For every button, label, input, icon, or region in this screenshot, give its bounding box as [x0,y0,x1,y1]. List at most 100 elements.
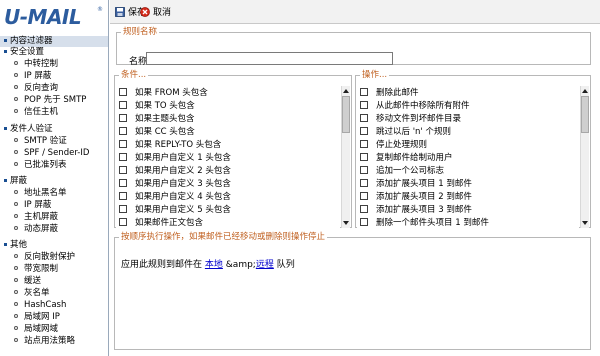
sidebar-item[interactable]: 已批准列表 [0,160,108,171]
sidebar-item[interactable]: IP 屏蔽 [0,71,108,82]
checkbox[interactable] [119,178,127,187]
checkbox[interactable] [119,217,127,226]
sidebar-item[interactable]: 缓送 [0,276,108,287]
list-item[interactable]: 如果 CC 头包含 [116,126,195,138]
list-item[interactable]: 如果用户自定义 3 头包含 [116,178,231,190]
sidebar-item[interactable]: 主机屏蔽 [0,212,108,223]
desc-amp: &amp; [225,260,256,270]
sidebar-item[interactable]: 其他 [0,240,108,251]
list-item-label: 如果 REPLY-TO 头包含 [135,140,222,150]
checkbox[interactable] [119,100,127,109]
scroll-thumb[interactable] [581,96,589,133]
checkbox[interactable] [360,217,368,226]
list-item[interactable]: 添加扩展头项目 2 到邮件 [357,191,472,203]
scroll-thumb[interactable] [342,96,350,133]
checkbox[interactable] [119,152,127,161]
list-item[interactable]: 如果主题头包含 [116,113,195,125]
list-item[interactable]: 跳过以后 'n' 个规则 [357,126,451,138]
sidebar-item[interactable]: 动态屏蔽 [0,224,108,235]
sidebar-item[interactable]: 反向查询 [0,83,108,94]
sidebar-item[interactable]: 灰名单 [0,288,108,299]
checkbox[interactable] [360,152,368,161]
list-item[interactable]: 停止处理规则 [357,139,427,151]
list-item[interactable]: 如果用户自定义 1 头包含 [116,152,231,164]
checkbox[interactable] [119,139,127,148]
sidebar-item[interactable]: 中转控制 [0,59,108,70]
sidebar-item-label: 带宽限制 [24,264,59,274]
list-item[interactable]: 添加扩展头项目 1 到邮件 [357,178,472,190]
sidebar-item-label: 其他 [10,240,28,250]
remote-queue-link[interactable]: 远程 [256,260,274,270]
list-item[interactable]: 移动文件到坏邮件目录 [357,113,461,125]
checkbox[interactable] [360,204,368,213]
sidebar-item[interactable]: 屏蔽 [0,176,108,187]
checkbox[interactable] [119,113,127,122]
scroll-down-arrow-icon[interactable] [581,219,589,228]
sidebar-item[interactable]: 信任主机 [0,107,108,118]
circle-bullet-icon [14,202,18,206]
toolbar: 保存 取消 [110,0,600,24]
checkbox[interactable] [360,100,368,109]
sidebar-item-label: 局域网域 [24,324,59,334]
sidebar-item[interactable]: 带宽限制 [0,264,108,275]
circle-bullet-icon [14,190,18,194]
list-item-label: 如果用户自定义 2 头包含 [135,166,231,176]
list-item[interactable]: 如果邮件正文包含 [116,217,204,228]
sidebar-item[interactable]: 内容过滤器 [0,36,108,47]
desc-suffix: 队列 [276,260,295,270]
sidebar-item[interactable]: 发件人验证 [0,124,108,135]
cancel-button[interactable]: 取消 [140,6,171,20]
sidebar-item[interactable]: HashCash [0,300,108,311]
scroll-down-arrow-icon[interactable] [342,219,350,228]
checkbox[interactable] [119,165,127,174]
list-item[interactable]: 如果 FROM 头包含 [116,87,208,99]
sidebar-item[interactable]: 站点用法策略 [0,336,108,347]
scroll-up-arrow-icon[interactable] [342,86,350,95]
sidebar-item[interactable]: POP 先于 SMTP [0,95,108,106]
checkbox[interactable] [119,87,127,96]
list-item-label: 如果邮件正文包含 [135,218,204,228]
sidebar-item[interactable]: 安全设置 [0,47,108,58]
circle-bullet-icon [14,278,18,282]
sidebar-item[interactable]: 地址黑名单 [0,188,108,199]
rule-name-input[interactable] [146,52,393,65]
umail-logo: U-MAIL ® [4,6,104,28]
list-item[interactable]: 如果用户自定义 2 头包含 [116,165,231,177]
actions-scrollbar[interactable] [580,86,589,228]
sidebar-item[interactable]: 反向散射保护 [0,252,108,263]
sidebar-item[interactable]: SPF / Sender-ID [0,148,108,159]
list-item[interactable]: 复制邮件给制动用户 [357,152,453,164]
sidebar-item[interactable]: 局域网域 [0,324,108,335]
checkbox[interactable] [360,87,368,96]
checkbox[interactable] [360,191,368,200]
list-item[interactable]: 删除一个邮件头项目 1 到邮件 [357,217,489,228]
checkbox[interactable] [360,126,368,135]
sidebar-item[interactable]: IP 屏蔽 [0,200,108,211]
checkbox[interactable] [360,165,368,174]
list-item[interactable]: 如果 TO 头包含 [116,100,195,112]
checkbox[interactable] [360,139,368,148]
list-item[interactable]: 从此邮件中移除所有附件 [357,100,470,112]
conditions-scrollbar[interactable] [341,86,350,228]
list-item-label: 添加扩展头项目 1 到邮件 [376,179,472,189]
sidebar-item-label: 内容过滤器 [10,36,53,46]
checkbox[interactable] [119,204,127,213]
checkbox[interactable] [119,191,127,200]
checkbox[interactable] [360,113,368,122]
checkbox[interactable] [119,126,127,135]
checkbox[interactable] [360,178,368,187]
scroll-up-arrow-icon[interactable] [581,86,589,95]
circle-bullet-icon [14,61,18,65]
sidebar-item[interactable]: 局域网 IP [0,312,108,323]
list-item[interactable]: 删除此邮件 [357,87,419,99]
bullet-icon [4,242,7,246]
bullet-icon [4,126,7,130]
local-queue-link[interactable]: 本地 [205,260,223,270]
list-item[interactable]: 如果 REPLY-TO 头包含 [116,139,222,151]
list-item[interactable]: 添加扩展头项目 3 到邮件 [357,204,472,216]
list-item[interactable]: 如果用户自定义 5 头包含 [116,204,231,216]
sidebar-item[interactable]: SMTP 验证 [0,136,108,147]
list-item[interactable]: 追加一个公司标志 [357,165,444,177]
list-item[interactable]: 如果用户自定义 4 头包含 [116,191,231,203]
save-icon [115,6,125,17]
